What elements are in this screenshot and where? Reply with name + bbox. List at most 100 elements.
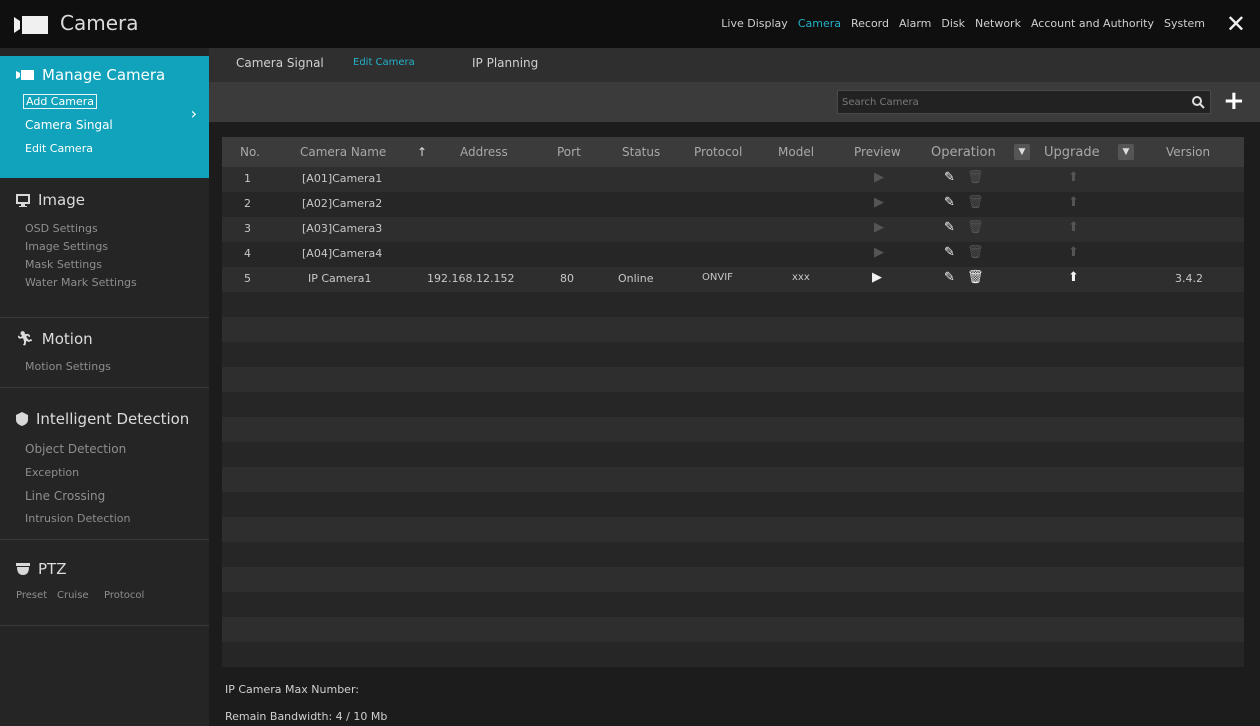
cell-model: xxx [792, 272, 810, 283]
table-row[interactable]: 4 [A04]Camera4 ▶ ✎ 🗑︎ ⬆ [222, 242, 1244, 267]
topnav-record[interactable]: Record [846, 17, 894, 30]
trash-icon[interactable]: 🗑︎ [967, 195, 984, 210]
empty-row [222, 492, 1244, 517]
cell-port: 80 [560, 272, 574, 285]
max-number-label: IP Camera Max Number: [225, 683, 359, 696]
cell-no: 3 [244, 222, 251, 235]
sidebar-item-add-camera[interactable]: Add Camera [23, 94, 97, 109]
sidebar-heading-motion[interactable]: 🏃︎ Motion [16, 330, 93, 348]
topnav-live-display[interactable]: Live Display [716, 17, 793, 30]
column-camera-name[interactable]: Camera Name [300, 145, 386, 159]
play-icon[interactable]: ▶ [874, 195, 884, 210]
sidebar-item-object-detection[interactable]: Object Detection [25, 442, 126, 456]
sidebar-item-preset[interactable]: Preset [16, 590, 47, 601]
sidebar-item-image-settings[interactable]: Image Settings [25, 240, 108, 253]
remain-bandwidth-label: Remain Bandwidth: 4 / 10 Mb [225, 710, 388, 723]
column-port: Port [557, 145, 581, 159]
edit-icon[interactable]: ✎ [944, 220, 955, 235]
sidebar-heading-intelligent-detection[interactable]: Intelligent Detection [16, 410, 189, 428]
add-camera-icon[interactable]: + [1223, 88, 1245, 114]
cell-protocol: ONVIF [702, 272, 733, 283]
upload-icon[interactable]: ⬆ [1068, 195, 1079, 210]
table-row[interactable]: 5 IP Camera1 192.168.12.152 80 Online ON… [222, 267, 1244, 292]
sidebar-item-protocol[interactable]: Protocol [104, 590, 144, 601]
cell-status: Online [618, 272, 654, 285]
topnav-alarm[interactable]: Alarm [894, 17, 936, 30]
edit-icon[interactable]: ✎ [944, 270, 955, 285]
camera-icon [16, 70, 34, 80]
sort-up-icon[interactable]: ↑ [417, 145, 427, 159]
edit-icon[interactable]: ✎ [944, 170, 955, 185]
sidebar-item-water-mark-settings[interactable]: Water Mark Settings [25, 276, 137, 289]
empty-row [222, 542, 1244, 567]
play-icon[interactable]: ▶ [874, 245, 884, 260]
sidebar: Manage Camera Add Camera › Camera Singal… [0, 48, 209, 726]
table-row[interactable]: 2 [A02]Camera2 ▶ ✎ 🗑︎ ⬆ [222, 192, 1244, 217]
sidebar-heading-label: Motion [41, 330, 93, 348]
tab-ip-planning[interactable]: IP Planning [472, 56, 538, 70]
top-navigation: Live Display Camera Record Alarm Disk Ne… [716, 17, 1210, 30]
title-bar: Camera Live Display Camera Record Alarm … [0, 0, 1260, 48]
sidebar-heading-label: Intelligent Detection [36, 410, 190, 428]
trash-icon[interactable]: 🗑︎ [967, 170, 984, 185]
chevron-down-icon[interactable]: ▼ [1118, 144, 1134, 160]
empty-row [222, 592, 1244, 617]
sidebar-section-motion: 🏃︎ Motion Motion Settings [0, 318, 209, 388]
empty-row [222, 367, 1244, 392]
tab-camera-signal[interactable]: Camera Signal [236, 56, 324, 70]
empty-row [222, 517, 1244, 542]
sidebar-item-osd-settings[interactable]: OSD Settings [25, 222, 98, 235]
main-panel: Camera Signal Edit Camera IP Planning + … [209, 48, 1260, 726]
empty-row [222, 292, 1244, 317]
empty-row [222, 392, 1244, 417]
empty-row [222, 617, 1244, 642]
sidebar-item-cruise[interactable]: Cruise [57, 590, 89, 601]
sidebar-item-line-crossing[interactable]: Line Crossing [25, 489, 105, 503]
table-row[interactable]: 1 [A01]Camera1 ▶ ✎ 🗑︎ ⬆ [222, 167, 1244, 192]
sidebar-heading-manage-camera[interactable]: Manage Camera [16, 66, 165, 84]
topnav-disk[interactable]: Disk [936, 17, 970, 30]
topnav-camera[interactable]: Camera [793, 17, 846, 30]
sidebar-item-intrusion-detection[interactable]: Intrusion Detection [25, 512, 130, 525]
close-icon[interactable]: ✕ [1226, 10, 1246, 38]
column-status: Status [622, 145, 661, 159]
cell-address: 192.168.12.152 [427, 272, 515, 285]
trash-icon[interactable]: 🗑︎ [967, 220, 984, 235]
upload-icon[interactable]: ⬆ [1068, 170, 1079, 185]
edit-icon[interactable]: ✎ [944, 245, 955, 260]
camera-logo-icon [14, 16, 48, 34]
topnav-network[interactable]: Network [970, 17, 1026, 30]
upload-icon[interactable]: ⬆ [1068, 270, 1079, 285]
play-icon[interactable]: ▶ [872, 270, 882, 285]
tab-edit-camera[interactable]: Edit Camera [353, 57, 415, 68]
cell-version: 3.4.2 [1175, 272, 1203, 285]
cell-camera-name: IP Camera1 [308, 272, 372, 285]
column-no: No. [240, 145, 260, 159]
trash-icon[interactable]: 🗑︎ [967, 270, 984, 285]
edit-icon[interactable]: ✎ [944, 195, 955, 210]
sidebar-item-motion-settings[interactable]: Motion Settings [25, 360, 111, 373]
trash-icon[interactable]: 🗑︎ [967, 245, 984, 260]
sidebar-item-mask-settings[interactable]: Mask Settings [25, 258, 102, 271]
sidebar-heading-image[interactable]: Image [16, 191, 85, 209]
sidebar-section-intelligent-detection: Intelligent Detection Object Detection E… [0, 388, 209, 540]
column-preview: Preview [854, 145, 901, 159]
empty-row [222, 642, 1244, 667]
sidebar-heading-ptz[interactable]: PTZ [16, 560, 66, 578]
search-input[interactable] [842, 94, 1172, 110]
play-icon[interactable]: ▶ [874, 220, 884, 235]
upload-icon[interactable]: ⬆ [1068, 220, 1079, 235]
chevron-right-icon[interactable]: › [191, 104, 197, 123]
sidebar-item-edit-camera[interactable]: Edit Camera [25, 142, 93, 155]
play-icon[interactable]: ▶ [874, 170, 884, 185]
topnav-system[interactable]: System [1159, 17, 1210, 30]
upload-icon[interactable]: ⬆ [1068, 245, 1079, 260]
sidebar-item-camera-singal[interactable]: Camera Singal [25, 118, 113, 132]
table-row[interactable]: 3 [A03]Camera3 ▶ ✎ 🗑︎ ⬆ [222, 217, 1244, 242]
sidebar-item-exception[interactable]: Exception [25, 466, 79, 479]
chevron-down-icon[interactable]: ▼ [1014, 144, 1030, 160]
column-protocol: Protocol [694, 145, 743, 159]
search-icon[interactable] [1191, 95, 1205, 109]
cell-camera-name: [A02]Camera2 [302, 197, 383, 210]
topnav-account-authority[interactable]: Account and Authority [1026, 17, 1159, 30]
